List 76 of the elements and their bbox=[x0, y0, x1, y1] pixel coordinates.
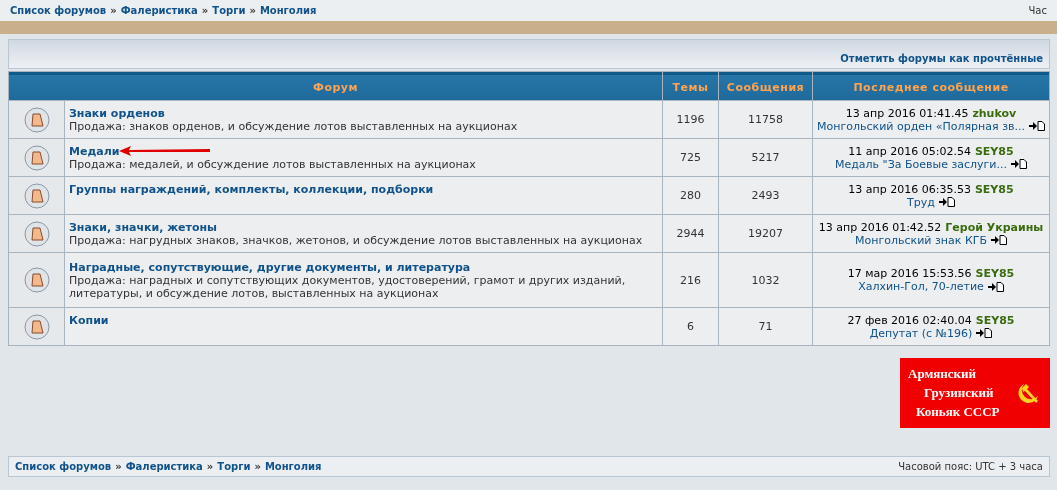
post-date: 17 мар 2016 15:53.56 bbox=[847, 267, 972, 280]
posts-count: 71 bbox=[719, 308, 812, 345]
forum-icon bbox=[23, 267, 50, 293]
forum-icon bbox=[23, 106, 50, 133]
posts-count: 1032 bbox=[719, 253, 812, 307]
topics-count: 2944 bbox=[663, 215, 718, 252]
forum-title-link[interactable]: Наградные, сопутствующие, другие документы, и литература bbox=[69, 260, 471, 274]
breadcrumb-link[interactable]: Торги bbox=[217, 461, 251, 472]
go-to-post-icon[interactable] bbox=[1028, 121, 1045, 131]
topics-count: 216 bbox=[663, 253, 718, 307]
forum-title-link[interactable]: Медали bbox=[69, 144, 120, 158]
forum-title-link[interactable]: Знаки, значки, жетоны bbox=[69, 220, 218, 234]
forum-icon bbox=[23, 182, 50, 209]
breadcrumb-separator: » bbox=[201, 5, 209, 16]
timezone-text: Часовой пояс: UTC + 3 часа bbox=[898, 461, 1043, 472]
post-date: 13 апр 2016 01:41.45 bbox=[845, 106, 969, 120]
advert-banner[interactable]: Армянский Грузинский Коньяк СССР bbox=[900, 358, 1050, 428]
banner-text: Грузинский bbox=[924, 385, 995, 401]
forum-icon bbox=[23, 313, 50, 340]
forum-title-link[interactable]: Знаки орденов bbox=[69, 106, 165, 120]
topic-link[interactable]: Монгольский орден «Полярная зв... bbox=[817, 119, 1025, 133]
post-date: 13 апр 2016 06:35.53 bbox=[848, 182, 971, 196]
breadcrumb-link[interactable]: Монголия bbox=[259, 5, 317, 16]
posts-count: 11758 bbox=[719, 101, 812, 138]
forum-description: Продажа: знаков орденов, и обсуждение лотов выставленных на аукционах bbox=[69, 119, 519, 133]
post-date: 27 фев 2016 02:40.04 bbox=[847, 313, 972, 327]
go-to-post-icon[interactable] bbox=[976, 328, 993, 338]
column-header: Сообщения bbox=[719, 72, 812, 100]
forum-description: Продажа: медалей, и обсуждение лотов выставленных на аукционах bbox=[69, 157, 477, 171]
posts-count: 19207 bbox=[719, 215, 812, 252]
posts-count: 5217 bbox=[719, 139, 812, 176]
author-link[interactable]: SEY85 bbox=[974, 182, 1014, 196]
topics-count: 725 bbox=[663, 139, 718, 176]
go-to-post-icon[interactable] bbox=[1011, 159, 1027, 169]
breadcrumb-separator: » bbox=[206, 461, 214, 472]
topic-link[interactable]: Халхин-Гол, 70-летие bbox=[858, 280, 984, 293]
author-link[interactable]: SEY85 bbox=[975, 313, 1015, 327]
breadcrumb-separator: » bbox=[254, 461, 261, 472]
breadcrumb-separator: » bbox=[249, 5, 256, 16]
author-link[interactable]: SEY85 bbox=[975, 267, 1015, 280]
topics-count: 1196 bbox=[663, 101, 718, 138]
breadcrumb-link[interactable]: Список форумов bbox=[15, 461, 112, 472]
go-to-post-icon[interactable] bbox=[938, 197, 955, 207]
forum-icon bbox=[23, 220, 50, 247]
forum-description: Продажа: нагрудных знаков, значков, жетонов, и обсуждение лотов выставленных на аукционах bbox=[69, 233, 644, 247]
breadcrumb-link[interactable]: Торги bbox=[212, 5, 246, 16]
post-date: 11 апр 2016 05:02.54 bbox=[848, 144, 971, 158]
breadcrumb-separator: » bbox=[110, 5, 117, 16]
timezone-text: Час bbox=[1028, 5, 1047, 16]
banner-text: Коньяк СССР bbox=[916, 404, 1000, 420]
author-link[interactable]: Герой Украины bbox=[945, 220, 1044, 234]
forum-title-link[interactable]: Копии bbox=[69, 313, 109, 327]
breadcrumb-link[interactable]: Список форумов bbox=[10, 5, 107, 16]
breadcrumb-separator: » bbox=[115, 461, 122, 472]
go-to-post-icon[interactable] bbox=[990, 235, 1007, 245]
forum-icon bbox=[23, 144, 50, 171]
author-link[interactable]: zhukov bbox=[972, 106, 1017, 120]
posts-count: 2493 bbox=[719, 177, 812, 214]
topics-count: 280 bbox=[663, 177, 718, 214]
topic-link[interactable]: Депутат (с №196) bbox=[869, 326, 973, 340]
post-date: 13 апр 2016 01:42.52 bbox=[818, 220, 942, 234]
banner-text: Армянский bbox=[908, 366, 978, 382]
column-header: Форум bbox=[9, 72, 662, 100]
topic-link[interactable]: Труд bbox=[907, 195, 935, 209]
author-link[interactable]: SEY85 bbox=[974, 144, 1014, 158]
mark-read-link[interactable]: Отметить форумы как прочтённые bbox=[840, 53, 1043, 64]
breadcrumb-link[interactable]: Фалеристика bbox=[120, 5, 198, 16]
go-to-post-icon[interactable] bbox=[987, 281, 1004, 292]
topic-link[interactable]: Монгольский знак КГБ bbox=[855, 233, 987, 247]
column-header: Последнее сообщение bbox=[813, 72, 1049, 100]
breadcrumb-link[interactable]: Монголия bbox=[264, 461, 322, 472]
breadcrumb-link[interactable]: Фалеристика bbox=[125, 461, 203, 472]
forum-description: Продажа: наградных и сопутствующих документов, удостоверений, грамот и других изданий, литературы, и обсуждение лотов, выставленных на аукционах bbox=[69, 273, 627, 300]
column-header: Темы bbox=[663, 72, 718, 100]
topic-link[interactable]: Медаль "За Боевые заслуги... bbox=[834, 157, 1007, 171]
topics-count: 6 bbox=[663, 308, 718, 345]
